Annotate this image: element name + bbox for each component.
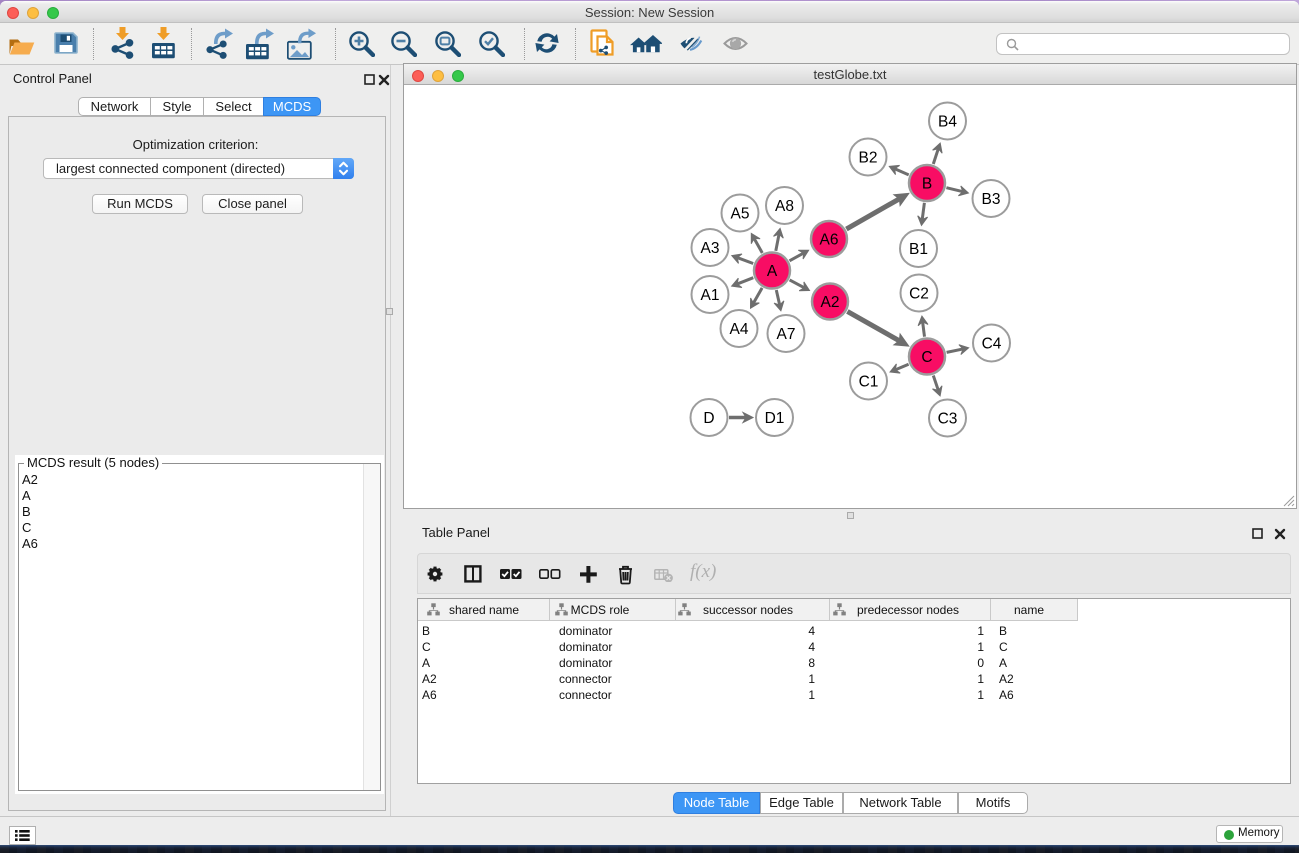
svg-text:A2: A2 <box>821 294 840 311</box>
svg-text:B4: B4 <box>938 114 957 131</box>
svg-text:C3: C3 <box>938 411 958 428</box>
svg-text:C1: C1 <box>859 374 879 391</box>
svg-text:A7: A7 <box>777 326 796 343</box>
svg-text:D1: D1 <box>765 410 785 427</box>
svg-text:A8: A8 <box>775 198 794 215</box>
svg-text:C2: C2 <box>909 286 929 303</box>
svg-text:D: D <box>703 410 714 427</box>
svg-text:C4: C4 <box>982 336 1002 353</box>
svg-text:B2: B2 <box>859 150 878 167</box>
svg-text:A6: A6 <box>820 232 839 249</box>
svg-text:A4: A4 <box>730 321 749 338</box>
svg-text:A1: A1 <box>701 287 720 304</box>
svg-text:B: B <box>922 176 932 193</box>
svg-text:B1: B1 <box>909 241 928 258</box>
svg-text:A5: A5 <box>731 206 750 223</box>
svg-text:A: A <box>767 263 778 280</box>
svg-text:B3: B3 <box>982 191 1001 208</box>
svg-text:A3: A3 <box>701 240 720 257</box>
svg-text:C: C <box>921 349 932 366</box>
